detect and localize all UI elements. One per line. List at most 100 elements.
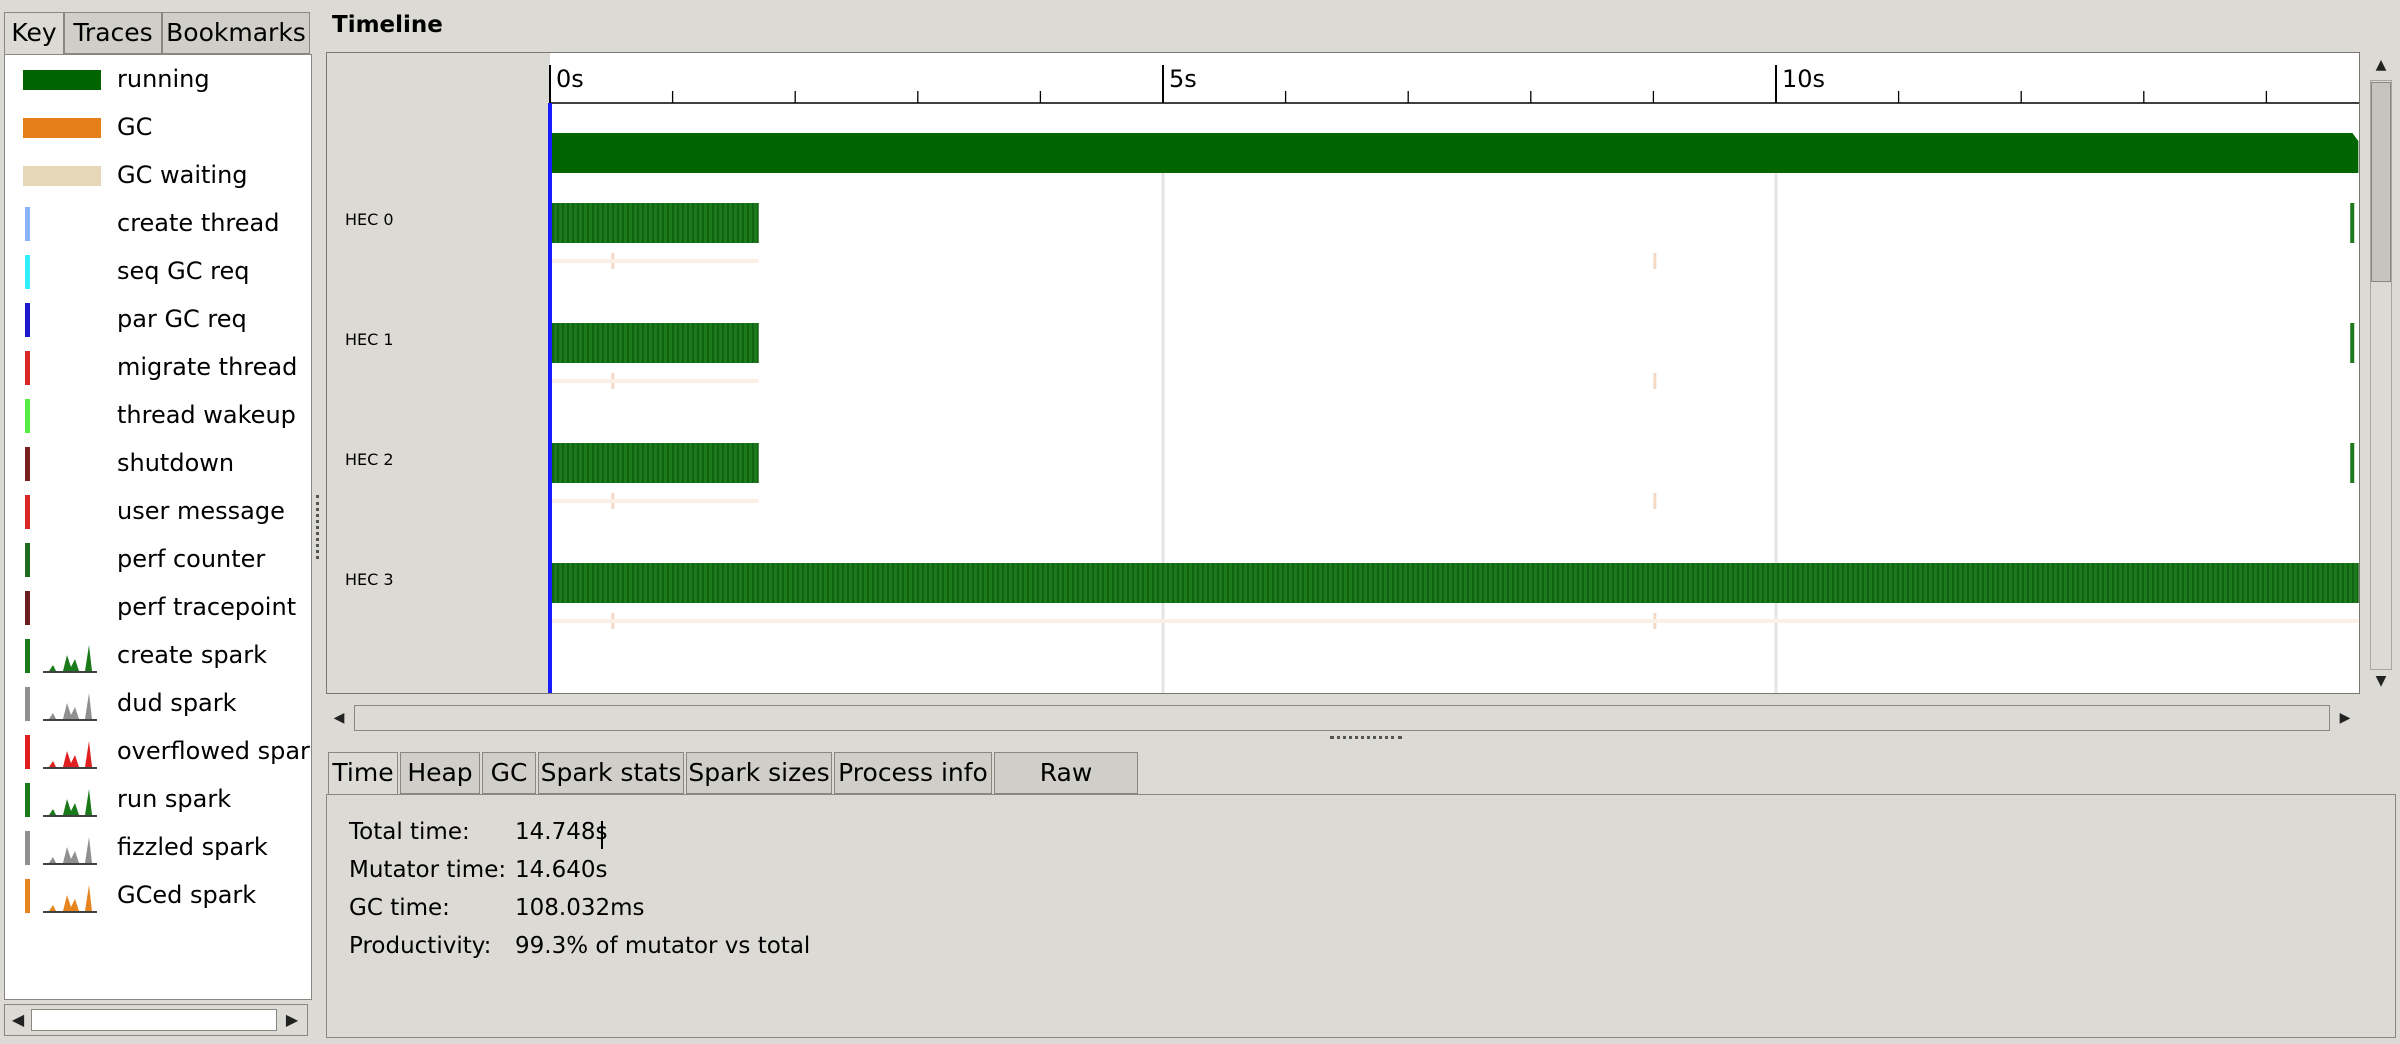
tab-process-info[interactable]: Process info: [834, 752, 992, 794]
tab-key[interactable]: Key: [4, 12, 64, 56]
tab-raw-events[interactable]: Raw events: [994, 752, 1138, 827]
key-scroll-trough[interactable]: [31, 1009, 277, 1031]
activity-profile-bar: [550, 133, 2359, 173]
gc-time-label: GC time:: [349, 895, 450, 921]
key-swatch-line: [25, 783, 30, 817]
key-item-label: fizzled spark: [117, 833, 268, 861]
key-swatch-line: [25, 735, 30, 769]
hec-running-bar: [550, 443, 759, 483]
hec-label: HEC 0: [345, 210, 394, 229]
axis-tick-label: 5s: [1169, 65, 1197, 93]
key-item-label: running: [117, 65, 210, 93]
gc-tick: [1653, 493, 1657, 509]
key-swatch-line: [25, 447, 30, 481]
key-item-label: thread wakeup: [117, 401, 296, 429]
total-time-value[interactable]: 14.748s: [515, 819, 607, 845]
tab-spark-stats[interactable]: Spark stats: [538, 752, 684, 794]
tab-heap-label: Heap: [407, 758, 473, 787]
gc-waiting-strip: [550, 619, 2359, 623]
hec-running-bar: [2350, 443, 2355, 483]
tab-bookmarks-label: Bookmarks: [166, 18, 306, 47]
key-item-label: perf counter: [117, 545, 266, 573]
key-item: seq GC req: [5, 247, 311, 295]
tab-heap[interactable]: Heap: [400, 752, 480, 794]
key-swatch-bar: [23, 166, 101, 186]
timeline-horizontal-scrollbar[interactable]: ◀ ▶: [326, 702, 2360, 734]
gc-tick: [1653, 253, 1657, 269]
key-swatch-line: [25, 303, 30, 337]
key-item-label: user message: [117, 497, 285, 525]
key-swatch-line: [25, 591, 30, 625]
timeline-view[interactable]: 0s 5s 10s HEC 0 HEC 1 HEC 2 HEC 3: [326, 52, 2360, 694]
tab-time[interactable]: Time: [328, 752, 398, 796]
key-item: fizzled spark: [5, 823, 311, 871]
key-swatch-line: [25, 399, 30, 433]
scroll-up-icon[interactable]: ▲: [2370, 52, 2392, 78]
key-item-label: create thread: [117, 209, 280, 237]
timeline-canvas[interactable]: 0s 5s 10s HEC 0 HEC 1 HEC 2 HEC 3: [327, 53, 2359, 693]
key-item-label: shutdown: [117, 449, 235, 477]
time-stats-panel: Total time: 14.748s Mutator time: 14.640…: [326, 794, 2396, 1038]
tab-process-info-label: Process info: [838, 758, 988, 787]
key-item: overflowed spark: [5, 727, 311, 775]
tab-spark-sizes[interactable]: Spark sizes: [686, 752, 832, 794]
key-item-label: run spark: [117, 785, 232, 813]
spark-graph-icon: [43, 693, 97, 721]
gc-waiting-strip: [550, 499, 759, 503]
productivity-label: Productivity:: [349, 933, 492, 959]
axis-tick-label: 10s: [1782, 65, 1825, 93]
key-horizontal-scrollbar[interactable]: ◀ ▶: [4, 1004, 308, 1036]
key-item: GC: [5, 103, 311, 151]
mutator-time-value[interactable]: 14.640s: [515, 857, 607, 883]
timeline-vertical-scrollbar[interactable]: ▲ ▼: [2366, 50, 2396, 696]
key-swatch-line: [25, 351, 30, 385]
timeline-scroll-left-icon[interactable]: ◀: [328, 705, 350, 731]
key-panel: running GC GC waiting create thread seq GC r…: [4, 54, 312, 1000]
tab-traces[interactable]: Traces: [64, 12, 162, 54]
tab-key-label: Key: [11, 18, 57, 47]
key-item-label: dud spark: [117, 689, 237, 717]
scroll-down-icon[interactable]: ▼: [2370, 668, 2392, 694]
mutator-time-label: Mutator time:: [349, 857, 507, 883]
gc-waiting-strip: [550, 379, 759, 383]
key-item-label: par GC req: [117, 305, 247, 333]
scroll-right-icon[interactable]: ▶: [281, 1007, 303, 1033]
key-swatch-line: [25, 879, 30, 913]
spark-graph-icon: [43, 885, 97, 913]
key-item: run spark: [5, 775, 311, 823]
timeline-vscroll-thumb[interactable]: [2371, 82, 2391, 282]
key-item: create spark: [5, 631, 311, 679]
pane-splitter-vertical[interactable]: [316, 495, 322, 559]
key-item: create thread: [5, 199, 311, 247]
key-item: shutdown: [5, 439, 311, 487]
scroll-left-icon[interactable]: ◀: [7, 1007, 29, 1033]
key-item: thread wakeup: [5, 391, 311, 439]
pane-splitter-horizontal[interactable]: [1330, 736, 1402, 742]
tab-gc[interactable]: GC: [482, 752, 536, 794]
key-item-label: create spark: [117, 641, 268, 669]
hec-label: HEC 2: [345, 450, 394, 469]
timeline-scroll-right-icon[interactable]: ▶: [2334, 705, 2356, 731]
spark-graph-icon: [43, 645, 97, 673]
hec-label: HEC 1: [345, 330, 394, 349]
timeline-hscroll-trough[interactable]: [354, 705, 2330, 731]
key-swatch-line: [25, 639, 30, 673]
tab-spark-sizes-label: Spark sizes: [688, 758, 830, 787]
key-item-label: overflowed spark: [117, 737, 312, 765]
key-item: dud spark: [5, 679, 311, 727]
gc-time-value[interactable]: 108.032ms: [515, 895, 645, 921]
tab-spark-stats-label: Spark stats: [540, 758, 682, 787]
axis-tick-label: 0s: [556, 65, 584, 93]
spark-graph-icon: [43, 789, 97, 817]
productivity-value[interactable]: 99.3% of mutator vs total: [515, 933, 810, 959]
key-item-label: GC waiting: [117, 161, 248, 189]
key-item: running: [5, 55, 311, 103]
key-item: user message: [5, 487, 311, 535]
gc-waiting-strip: [550, 259, 759, 263]
timeline-title: Timeline: [332, 12, 443, 38]
tab-bookmarks[interactable]: Bookmarks: [162, 12, 310, 54]
key-swatch-bar: [23, 70, 101, 90]
hec-label: HEC 3: [345, 570, 394, 589]
total-time-label: Total time:: [349, 819, 470, 845]
hec-running-bar: [2350, 323, 2355, 363]
